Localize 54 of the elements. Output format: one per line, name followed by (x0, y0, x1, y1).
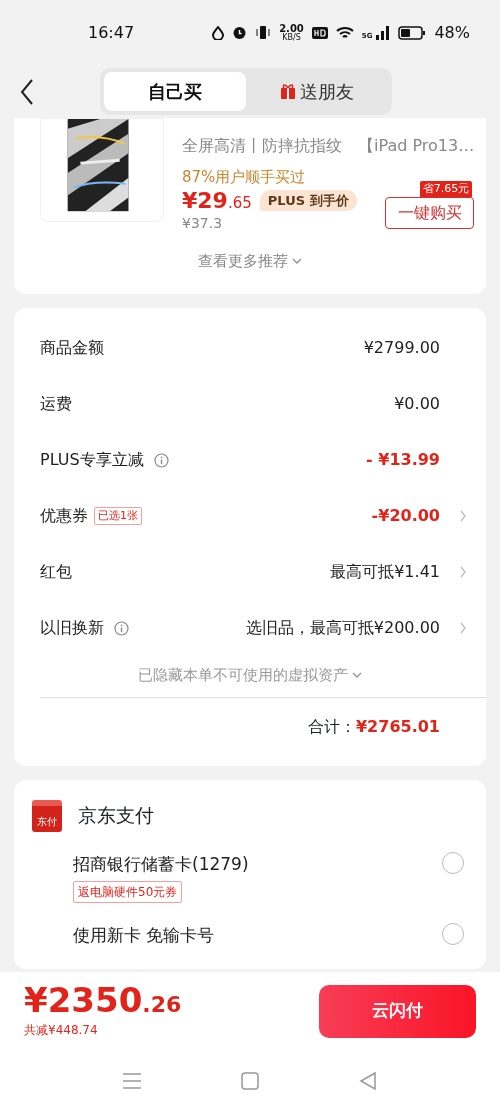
alarm-icon (232, 25, 248, 40)
total-label: 合计： (308, 715, 356, 738)
back-icon[interactable] (20, 78, 34, 105)
product-price: ¥29.65 (182, 188, 252, 213)
total-savings: 共减¥448.74 (24, 1022, 99, 1039)
summary-value: ¥2799.00 (363, 337, 440, 360)
pay-logo: 东付 (32, 799, 62, 832)
summary-label: 优惠券 (40, 505, 88, 528)
total-amount: ¥2765.01 (356, 715, 440, 738)
summary-value: - ¥13.99 (366, 449, 440, 472)
info-icon[interactable] (153, 452, 169, 468)
product-features: 全屏高清丨防摔抗指纹 (182, 135, 342, 157)
summary-label: 以旧换新 (40, 617, 104, 640)
summary-value[interactable]: 选旧品，最高可抵¥200.00 (245, 616, 440, 641)
speed-unit: KB/S (281, 33, 302, 42)
savings-badge: 省7.65元 (419, 180, 473, 197)
tab[interactable]: 自己买 (104, 72, 246, 111)
coupon-tag: 已选1张 (94, 506, 142, 526)
gift-icon (280, 83, 296, 100)
summary-value[interactable]: -¥20.00 (371, 504, 440, 529)
battery-icon (398, 25, 427, 40)
plus-price-tag: PLUS 到手价 (259, 189, 357, 212)
info-icon[interactable] (114, 620, 129, 636)
signal-icon (376, 25, 391, 40)
more-recommendations-link[interactable]: 查看更多推荐 (198, 249, 288, 273)
home-icon[interactable] (241, 1071, 259, 1090)
menu-icon[interactable] (123, 1072, 141, 1089)
summary-value: ¥0.00 (394, 393, 440, 416)
order-price: ¥2350.26 (24, 983, 182, 1017)
payment-title: 京东支付 (78, 803, 154, 829)
hd-icon (311, 26, 328, 39)
tab[interactable]: 送朋友 (246, 72, 388, 111)
wifi-icon (335, 25, 354, 40)
buyers-note: 87%用户顺手买过 (182, 167, 306, 188)
payment-method: 招商银行储蓄卡(1279) (73, 852, 250, 876)
payment-method: 使用新卡 免输卡号 (73, 924, 216, 948)
vibrate-icon (255, 25, 272, 40)
chevron-down-icon (292, 257, 302, 264)
product-title: 【iPad Pro13… (358, 135, 475, 157)
battery-percent: 48% (434, 21, 470, 44)
promo-tag: 返电脑硬件50元券 (73, 881, 183, 904)
clock: 16:47 (88, 21, 135, 44)
summary-label: 运费 (40, 393, 72, 416)
summary-label: PLUS专享立减 (40, 449, 144, 472)
summary-label: 商品金额 (40, 337, 104, 360)
pay-button[interactable]: 云闪付 (319, 984, 476, 1038)
chevron-down-icon (352, 672, 362, 679)
hidden-assets-toggle[interactable]: 已隐藏本单不可使用的虚拟资产 (138, 664, 348, 687)
network-speed: 2.00 (279, 23, 304, 34)
buy-now-button[interactable]: 一键购买 (385, 197, 475, 229)
original-price: ¥37.3 (182, 213, 224, 233)
summary-label: 红包 (40, 561, 72, 584)
summary-value[interactable]: 最高可抵¥1.41 (330, 560, 440, 585)
drop-icon (212, 25, 225, 40)
